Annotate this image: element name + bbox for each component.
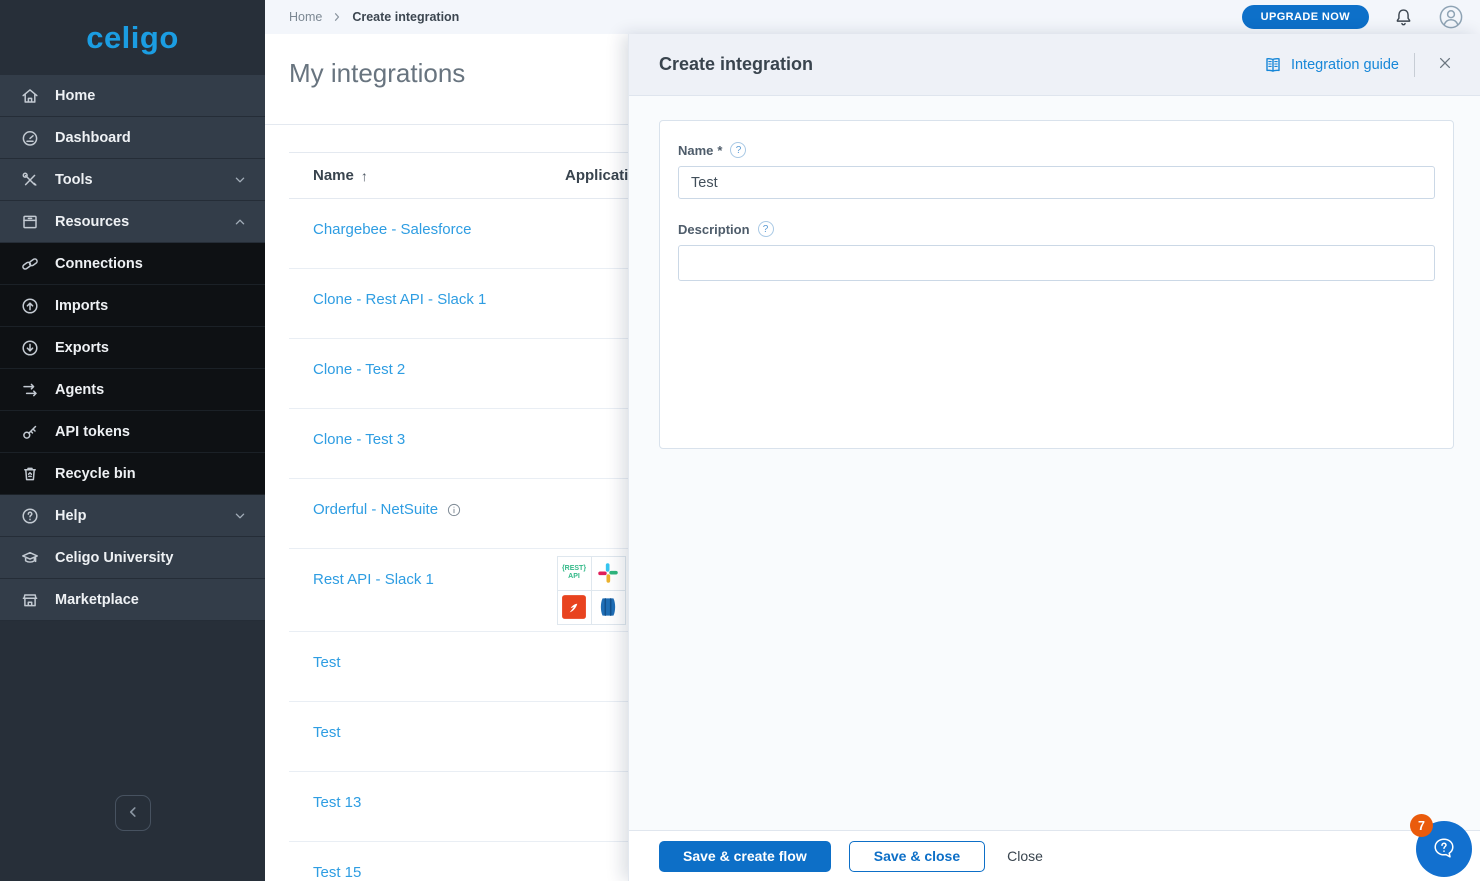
sidebar-item-label: Exports <box>55 339 109 356</box>
resources-icon <box>20 212 40 232</box>
description-field-label: Description <box>678 221 750 237</box>
sidebar-item-dashboard[interactable]: Dashboard <box>0 117 265 159</box>
sidebar-item-label: Help <box>55 507 87 524</box>
agents-icon <box>20 380 40 400</box>
save-create-flow-button[interactable]: Save & create flow <box>659 840 831 872</box>
help-icon <box>20 506 40 526</box>
sidebar-item-imports[interactable]: Imports <box>0 285 265 327</box>
sidebar-item-label: Resources <box>55 213 130 230</box>
chevron-down-icon <box>231 171 249 189</box>
integration-link[interactable]: Clone - Test 3 <box>313 431 405 448</box>
breadcrumb-separator-icon <box>331 11 343 23</box>
breadcrumb-home[interactable]: Home <box>289 10 322 24</box>
university-icon <box>20 548 40 568</box>
close-icon[interactable] <box>1430 50 1460 80</box>
slack-app-icon <box>590 555 626 591</box>
name-field-group: Name * ? <box>678 142 1435 199</box>
sidebar-item-agents[interactable]: Agents <box>0 369 265 411</box>
header-divider <box>1414 52 1415 77</box>
integration-link[interactable]: Clone - Rest API - Slack 1 <box>313 291 486 308</box>
exports-icon <box>20 338 40 358</box>
sidebar-item-label: Tools <box>55 171 93 188</box>
required-mark: * <box>717 142 723 158</box>
sidebar-item-label: Imports <box>55 297 109 314</box>
recycle-bin-icon <box>20 464 40 484</box>
save-close-button[interactable]: Save & close <box>848 840 986 872</box>
dashboard-icon <box>20 128 40 148</box>
topbar-actions: UPGRADE NOW <box>1241 4 1464 30</box>
drawer-footer: Save & create flow Save & close Close <box>629 830 1480 881</box>
connections-icon <box>20 254 40 274</box>
sidebar-item-connections[interactable]: Connections <box>0 243 265 285</box>
close-button[interactable]: Close <box>1003 848 1047 864</box>
sidebar-item-marketplace[interactable]: Marketplace <box>0 579 265 621</box>
sidebar-item-api-tokens[interactable]: API tokens <box>0 411 265 453</box>
sidebar-item-help[interactable]: Help <box>0 495 265 537</box>
marketplace-icon <box>20 590 40 610</box>
info-icon[interactable] <box>446 502 462 518</box>
breadcrumb-current: Create integration <box>352 10 460 24</box>
notification-badge: 7 <box>1410 814 1433 837</box>
rest-api-app-icon: {REST} API <box>556 555 592 591</box>
blue-app-icon <box>590 589 626 625</box>
chat-question-icon <box>1430 834 1458 865</box>
sidebar-item-label: API tokens <box>55 423 130 440</box>
integration-form: Name * ? Description ? <box>659 120 1454 449</box>
integration-link[interactable]: Test 13 <box>313 794 361 811</box>
upgrade-now-button[interactable]: UPGRADE NOW <box>1241 5 1369 29</box>
integration-link[interactable]: Test <box>313 654 341 671</box>
tools-icon <box>20 170 40 190</box>
name-field[interactable] <box>678 166 1435 199</box>
imports-icon <box>20 296 40 316</box>
sidebar-item-exports[interactable]: Exports <box>0 327 265 369</box>
sidebar-nav: Home Dashboard Tools Resources Connectio… <box>0 75 265 621</box>
drawer-title: Create integration <box>659 54 814 74</box>
integration-guide-link[interactable]: Integration guide <box>1263 55 1399 75</box>
topbar: Home Create integration UPGRADE NOW <box>265 0 1480 34</box>
description-field-group: Description ? <box>678 221 1435 281</box>
applications-icons: {REST} API <box>556 555 626 625</box>
bell-icon[interactable] <box>1393 7 1414 28</box>
chevron-down-icon <box>231 507 249 525</box>
create-integration-drawer: Create integration Integration guide Nam… <box>628 34 1480 881</box>
sidebar-item-label: Marketplace <box>55 591 139 608</box>
integration-link[interactable]: Test 15 <box>313 864 361 881</box>
sidebar-item-tools[interactable]: Tools <box>0 159 265 201</box>
integration-link[interactable]: Test <box>313 724 341 741</box>
avatar-icon[interactable] <box>1438 4 1464 30</box>
help-icon[interactable]: ? <box>757 221 774 237</box>
red-app-icon <box>556 589 592 625</box>
sidebar-item-label: Celigo University <box>55 549 174 566</box>
help-icon[interactable]: ? <box>730 142 747 158</box>
celigo-logo: celigo <box>86 19 179 55</box>
sidebar: celigo Home Dashboard Tools Resources Co… <box>0 0 265 881</box>
sidebar-item-label: Connections <box>55 255 143 272</box>
integration-link[interactable]: Clone - Test 2 <box>313 361 405 378</box>
sidebar-item-label: Agents <box>55 381 105 398</box>
sidebar-item-label: Dashboard <box>55 129 131 146</box>
sort-asc-icon: ↑ <box>360 167 368 184</box>
integration-link[interactable]: Rest API - Slack 1 <box>313 571 434 588</box>
description-field[interactable] <box>678 245 1435 281</box>
sidebar-item-label: Recycle bin <box>55 465 136 482</box>
name-field-label: Name <box>678 142 714 158</box>
sidebar-collapse-button[interactable] <box>114 795 151 831</box>
chevron-left-icon <box>124 803 142 824</box>
sidebar-item-recycle-bin[interactable]: Recycle bin <box>0 453 265 495</box>
sidebar-item-label: Home <box>55 87 96 104</box>
drawer-header: Create integration Integration guide <box>629 34 1480 96</box>
sidebar-item-resources[interactable]: Resources <box>0 201 265 243</box>
sidebar-item-celigo-university[interactable]: Celigo University <box>0 537 265 579</box>
breadcrumb: Home Create integration <box>289 10 459 24</box>
book-icon <box>1263 55 1283 75</box>
integration-link[interactable]: Orderful - NetSuite <box>313 501 462 518</box>
integration-link[interactable]: Chargebee - Salesforce <box>313 221 471 238</box>
column-header-name[interactable]: Name ↑ <box>289 167 565 184</box>
drawer-body: Name * ? Description ? <box>629 96 1480 830</box>
help-chat-button[interactable]: 7 <box>1410 814 1472 877</box>
sidebar-item-home[interactable]: Home <box>0 75 265 117</box>
home-icon <box>20 86 40 106</box>
chevron-up-icon <box>231 213 249 231</box>
api-tokens-icon <box>20 422 40 442</box>
